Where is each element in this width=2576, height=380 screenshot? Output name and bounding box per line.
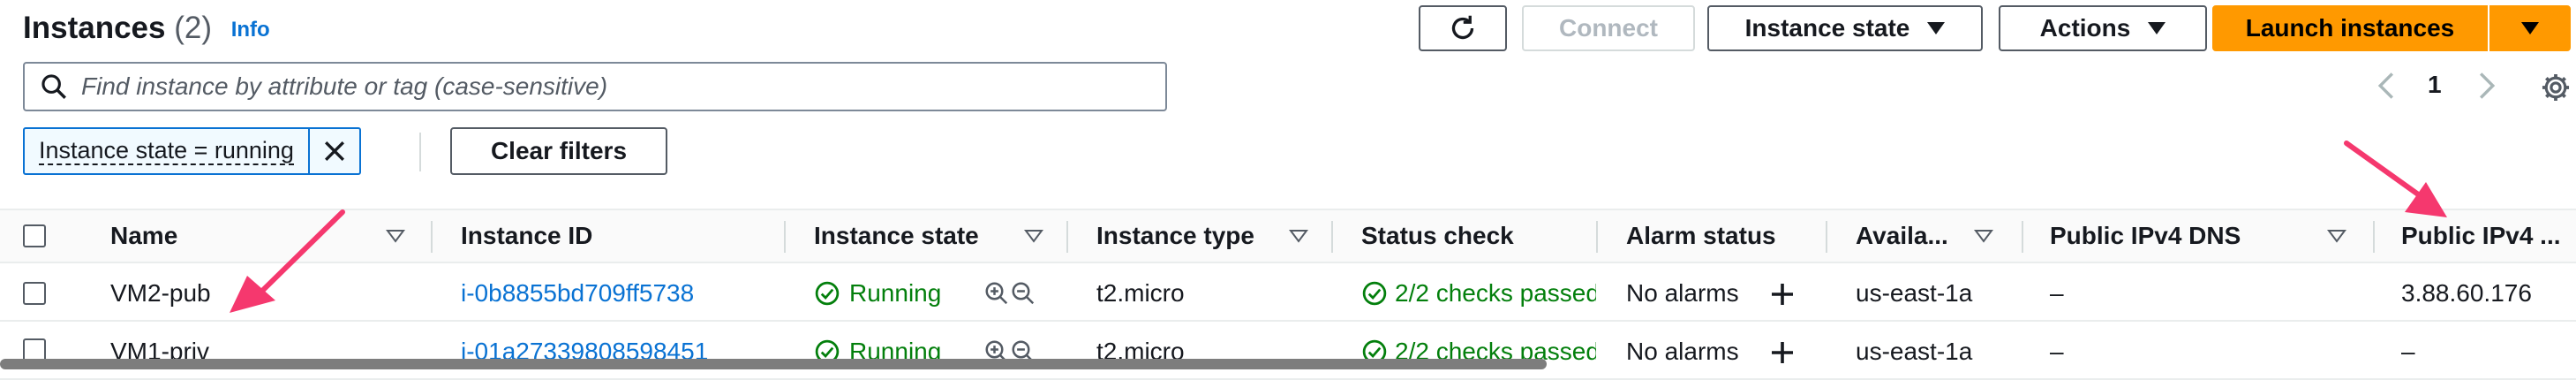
instance-name: VM1-priv xyxy=(110,338,210,365)
check-circle-icon xyxy=(815,281,840,306)
instance-type: t2.micro xyxy=(1096,338,1185,365)
add-alarm-icon[interactable] xyxy=(1769,281,1796,308)
search-icon xyxy=(41,74,66,99)
column-header-alarm-status[interactable]: Alarm status xyxy=(1626,210,1820,262)
alarm-status: No alarms xyxy=(1626,338,1739,365)
page-title: Instances (2) Info xyxy=(23,11,270,45)
close-icon xyxy=(324,141,344,161)
previous-page-icon[interactable] xyxy=(2375,71,2398,101)
next-page-icon[interactable] xyxy=(2475,71,2498,101)
instance-id-link[interactable]: i-01a27339808598451 xyxy=(461,323,708,380)
sort-icon[interactable] xyxy=(2327,229,2346,243)
instance-state: Running xyxy=(814,323,941,380)
launch-instances-button[interactable]: Launch instances xyxy=(2212,5,2488,51)
public-ipv4: – xyxy=(2401,338,2415,365)
search-input[interactable]: Find instance by attribute or tag (case-… xyxy=(23,62,1167,111)
instance-type: t2.micro xyxy=(1096,279,1185,307)
column-header-status-check[interactable]: Status check xyxy=(1361,210,1591,262)
column-header-instance-id[interactable]: Instance ID xyxy=(461,210,779,262)
column-divider[interactable] xyxy=(784,221,786,253)
actions-dropdown[interactable]: Actions xyxy=(1999,5,2207,51)
status-check: 2/2 checks passed xyxy=(1361,265,1596,322)
column-divider[interactable] xyxy=(1066,221,1068,253)
column-header-availability-zone[interactable]: Availa... xyxy=(1856,210,2006,262)
instance-state: Running xyxy=(814,265,941,322)
caret-down-icon xyxy=(2148,22,2166,34)
instance-id-link[interactable]: i-0b8855bd709ff5738 xyxy=(461,265,694,322)
public-ipv4-dns: – xyxy=(2050,338,2064,365)
table-row[interactable]: VM2-pub i-0b8855bd709ff5738 Running t2.m… xyxy=(0,265,2576,322)
refresh-icon xyxy=(1451,15,1474,40)
filter-token-label[interactable]: Instance state = running xyxy=(39,137,294,165)
sort-icon[interactable] xyxy=(386,229,405,243)
info-link[interactable]: Info xyxy=(231,18,270,42)
caret-down-icon xyxy=(1927,22,1946,34)
remove-filter-button[interactable] xyxy=(310,129,359,173)
row-checkbox[interactable] xyxy=(23,282,46,305)
instance-name: VM2-pub xyxy=(110,279,211,307)
sort-icon[interactable] xyxy=(1974,229,1993,243)
sort-icon[interactable] xyxy=(1289,229,1308,243)
public-ipv4: 3.88.60.176 xyxy=(2401,279,2532,307)
check-circle-icon xyxy=(1362,281,1387,306)
filter-token[interactable]: Instance state = running xyxy=(23,127,361,175)
select-all-checkbox[interactable] xyxy=(23,224,46,247)
launch-options-dropdown[interactable] xyxy=(2489,5,2571,51)
public-ipv4-dns: – xyxy=(2050,279,2064,307)
settings-gear-icon[interactable] xyxy=(2539,71,2572,104)
instance-count: (2) xyxy=(174,11,212,45)
column-divider[interactable] xyxy=(1826,221,1827,253)
availability-zone: us-east-1a xyxy=(1856,338,1973,365)
annotation-arrow-icon xyxy=(2344,141,2447,217)
current-page[interactable]: 1 xyxy=(2428,71,2442,99)
refresh-button[interactable] xyxy=(1419,5,1507,51)
instance-state-dropdown[interactable]: Instance state xyxy=(1707,5,1983,51)
table-row[interactable]: VM1-priv i-01a27339808598451 Running t2.… xyxy=(0,323,2576,380)
column-divider[interactable] xyxy=(1596,221,1598,253)
add-alarm-icon[interactable] xyxy=(1769,339,1796,366)
divider xyxy=(419,133,421,171)
zoom-in-icon[interactable] xyxy=(983,280,1010,307)
connect-button[interactable]: Connect xyxy=(1522,5,1695,51)
availability-zone: us-east-1a xyxy=(1856,279,1973,307)
status-check: 2/2 checks passed xyxy=(1361,323,1596,380)
alarm-status: No alarms xyxy=(1626,279,1739,307)
column-divider[interactable] xyxy=(2022,221,2023,253)
column-divider[interactable] xyxy=(1331,221,1333,253)
horizontal-scrollbar[interactable] xyxy=(0,359,1547,369)
table-header: Name Instance ID Instance state Instance… xyxy=(0,209,2576,263)
clear-filters-button[interactable]: Clear filters xyxy=(450,127,667,175)
sort-icon[interactable] xyxy=(1024,229,1043,243)
caret-down-icon xyxy=(2521,22,2539,34)
column-header-instance-type[interactable]: Instance type xyxy=(1096,210,1344,262)
annotation-arrow-icon xyxy=(230,209,345,313)
zoom-out-icon[interactable] xyxy=(1010,280,1036,307)
column-header-instance-state[interactable]: Instance state xyxy=(814,210,1061,262)
column-divider[interactable] xyxy=(431,221,433,253)
column-header-public-ipv4-dns[interactable]: Public IPv4 DNS xyxy=(2050,210,2368,262)
